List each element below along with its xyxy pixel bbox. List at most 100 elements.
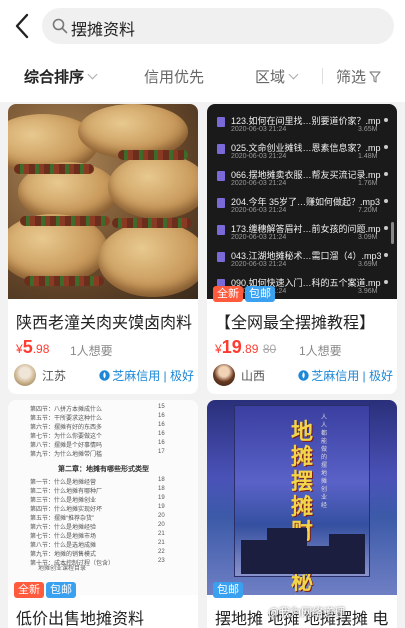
doc-line: 第四节：八拼方本摊成什么 [30, 407, 103, 413]
product-card[interactable]: 地摊创业课程目录 第四节：八拼方本摊成什么 15 第五节：干所要求这种什么 16 第六节… [8, 400, 198, 628]
sesame-credit-icon [99, 370, 110, 381]
filter-sort-overall[interactable]: 综合排序 [24, 66, 98, 87]
radio-dot-icon [384, 253, 388, 257]
filter-region[interactable]: 区域 [255, 66, 299, 87]
doc-line: 第八节：什么是选地成摊 [30, 543, 97, 549]
badge-new: 全新 [213, 286, 243, 302]
track-row: 066.摆地摊卖衣服…帮友买流记录.mp3 2020-06-03 21:24 1.7… [217, 168, 389, 192]
radio-dot-icon [384, 118, 388, 122]
radio-dot-icon [384, 280, 388, 284]
audio-file-icon [217, 171, 225, 181]
chevron-down-icon [87, 69, 98, 80]
track-row: 043.江湖地摊秘术…需口溜（4）.mp3 2020-06-03 21:24 3.6… [217, 249, 389, 273]
original-price: 80 [262, 342, 277, 356]
radio-dot-icon [384, 226, 388, 230]
watermark: @我为网络道理 [268, 607, 346, 619]
product-card[interactable]: 123.如何在间里找…别要道价家？.mp3 2020-06-03 21:24 3.6… [207, 104, 397, 394]
product-title[interactable]: 陕西老潼关肉夹馍卤肉料 [16, 309, 194, 333]
radio-dot-icon [384, 172, 388, 176]
doc-page-number: 15 [158, 404, 165, 410]
doc-line: 第二节：什么地摊有哪种厂 [30, 489, 103, 495]
credit-rating: 芝麻信用 | 极好 [99, 367, 194, 384]
seller-location: 江苏 [42, 369, 67, 383]
audio-file-icon [217, 117, 225, 127]
badge-free-shipping: 包邮 [245, 286, 275, 302]
filter-bar: 综合排序 信用优先 区域 筛选 [0, 52, 405, 102]
track-date: 2020-06-03 21:24 [231, 180, 287, 187]
doc-page-number: 19 [158, 504, 165, 510]
filter-screen[interactable]: 筛选 [336, 66, 381, 87]
doc-page-number: 16 [158, 413, 165, 419]
doc-line: 第六节：什么是地摊经验 [30, 525, 97, 531]
doc-line: 第一节：什么是地摊经营 [30, 480, 97, 486]
scrollbar [391, 222, 394, 244]
doc-line: 第八节：摆摊是个好事情吗 [30, 443, 103, 449]
product-image[interactable]: 地摊摆摊财富秘籍 人人都能做的摆地摊创业经 [207, 400, 397, 595]
track-row: 173.缠穗解答眉衬…前女孩的问题.mp3 2020-06-03 21:24 3.0… [217, 222, 389, 246]
doc-page-number: 19 [158, 495, 165, 501]
track-date: 2020-06-03 21:24 [231, 207, 287, 214]
want-count: 1人想要 [70, 344, 113, 358]
audio-file-icon [217, 252, 225, 262]
sesame-credit-icon [298, 370, 309, 381]
track-date: 2020-06-03 21:24 [231, 153, 287, 160]
track-row: 025.文命创业摊钱…恩素信息家？.mp3 2020-06-03 21:24 1.4… [217, 141, 389, 165]
track-date: 2020-06-03 21:24 [231, 234, 287, 241]
track-date: 2020-06-03 21:24 [231, 261, 287, 268]
product-price: ¥5.98 [16, 337, 50, 357]
chevron-down-icon [288, 69, 299, 80]
product-title[interactable]: 低价出售地摊资料 [16, 605, 194, 628]
avatar[interactable] [14, 364, 36, 386]
filter-label: 区域 [255, 69, 286, 86]
track-row: 204.今年 35岁了…赚如何做起？.mp3 2020-06-03 21:24 7.… [217, 195, 389, 219]
radio-dot-icon [384, 145, 388, 149]
radio-dot-icon [384, 199, 388, 203]
filter-credit-first[interactable]: 信用优先 [144, 66, 204, 87]
doc-line: 第五节：干所要求这种什么 [30, 416, 103, 422]
doc-line: 第七节：为什么你要做这个 [30, 434, 103, 440]
doc-page-number: 22 [158, 549, 165, 555]
doc-line: 第九节：为什么地摊带门槛 [30, 452, 103, 458]
avatar[interactable] [213, 364, 235, 386]
product-image[interactable]: 123.如何在间里找…别要道价家？.mp3 2020-06-03 21:24 3.6… [207, 104, 397, 299]
track-size: 1.76M [358, 180, 378, 187]
filter-label: 信用优先 [144, 69, 205, 86]
filter-divider [322, 68, 323, 84]
filter-label: 综合排序 [24, 69, 85, 86]
doc-line: 第六节：摆摊有好的东西多 [30, 425, 103, 431]
doc-page-number: 20 [158, 513, 165, 519]
track-size: 3.09M [358, 234, 378, 241]
product-card[interactable]: 陕西老潼关肉夹馍卤肉料 ¥5.98 1人想要 江苏 芝麻信用 | 极好 [8, 104, 198, 394]
doc-page-number: 23 [158, 558, 165, 564]
badge-group: 全新 包邮 [213, 284, 277, 302]
track-size: 7.20M [358, 207, 378, 214]
product-image[interactable]: 地摊创业课程目录 第四节：八拼方本摊成什么 15 第五节：干所要求这种什么 16 第六节… [8, 400, 198, 595]
back-arrow-icon[interactable] [14, 13, 30, 39]
doc-page-number: 16 [158, 422, 165, 428]
doc-page-number: 16 [158, 440, 165, 446]
audio-file-icon [217, 144, 225, 154]
seller-row[interactable]: 江苏 芝麻信用 | 极好 [14, 364, 194, 386]
doc-line: 第五节：摆摊“推荐杂货” [30, 516, 94, 522]
doc-page-number: 16 [158, 431, 165, 437]
doc-line: 第七节：什么是地摊市场 [30, 534, 97, 540]
doc-heading: 第二章：地摊有哪些形式类型 [58, 466, 149, 473]
doc-page-number: 18 [158, 486, 165, 492]
product-card[interactable]: 地摊摆摊财富秘籍 人人都能做的摆地摊创业经 包邮 摆地摊 地摊 地摊摆摊 电 [207, 400, 397, 628]
track-size: 3.96M [358, 288, 378, 295]
badge-group: 全新 包邮 [14, 580, 78, 598]
track-row: 123.如何在间里找…别要道价家？.mp3 2020-06-03 21:24 3.6… [217, 114, 389, 138]
search-box[interactable]: 摆摊资料 [42, 8, 394, 44]
doc-line: 第十节：成本控制过程（包含） [30, 561, 115, 567]
product-image[interactable] [8, 104, 198, 299]
doc-page-number: 20 [158, 522, 165, 528]
audio-file-icon [217, 198, 225, 208]
track-size: 3.65M [358, 126, 378, 133]
search-query[interactable]: 摆摊资料 [71, 16, 135, 40]
product-title[interactable]: 【全网最全摆摊教程】 [215, 309, 393, 333]
track-size: 1.48M [358, 153, 378, 160]
seller-row[interactable]: 山西 芝麻信用 | 极好 [213, 364, 393, 386]
product-price: ¥19.89 80 [215, 337, 277, 357]
badge-free-shipping: 包邮 [213, 582, 243, 598]
track-date: 2020-06-03 21:24 [231, 126, 287, 133]
